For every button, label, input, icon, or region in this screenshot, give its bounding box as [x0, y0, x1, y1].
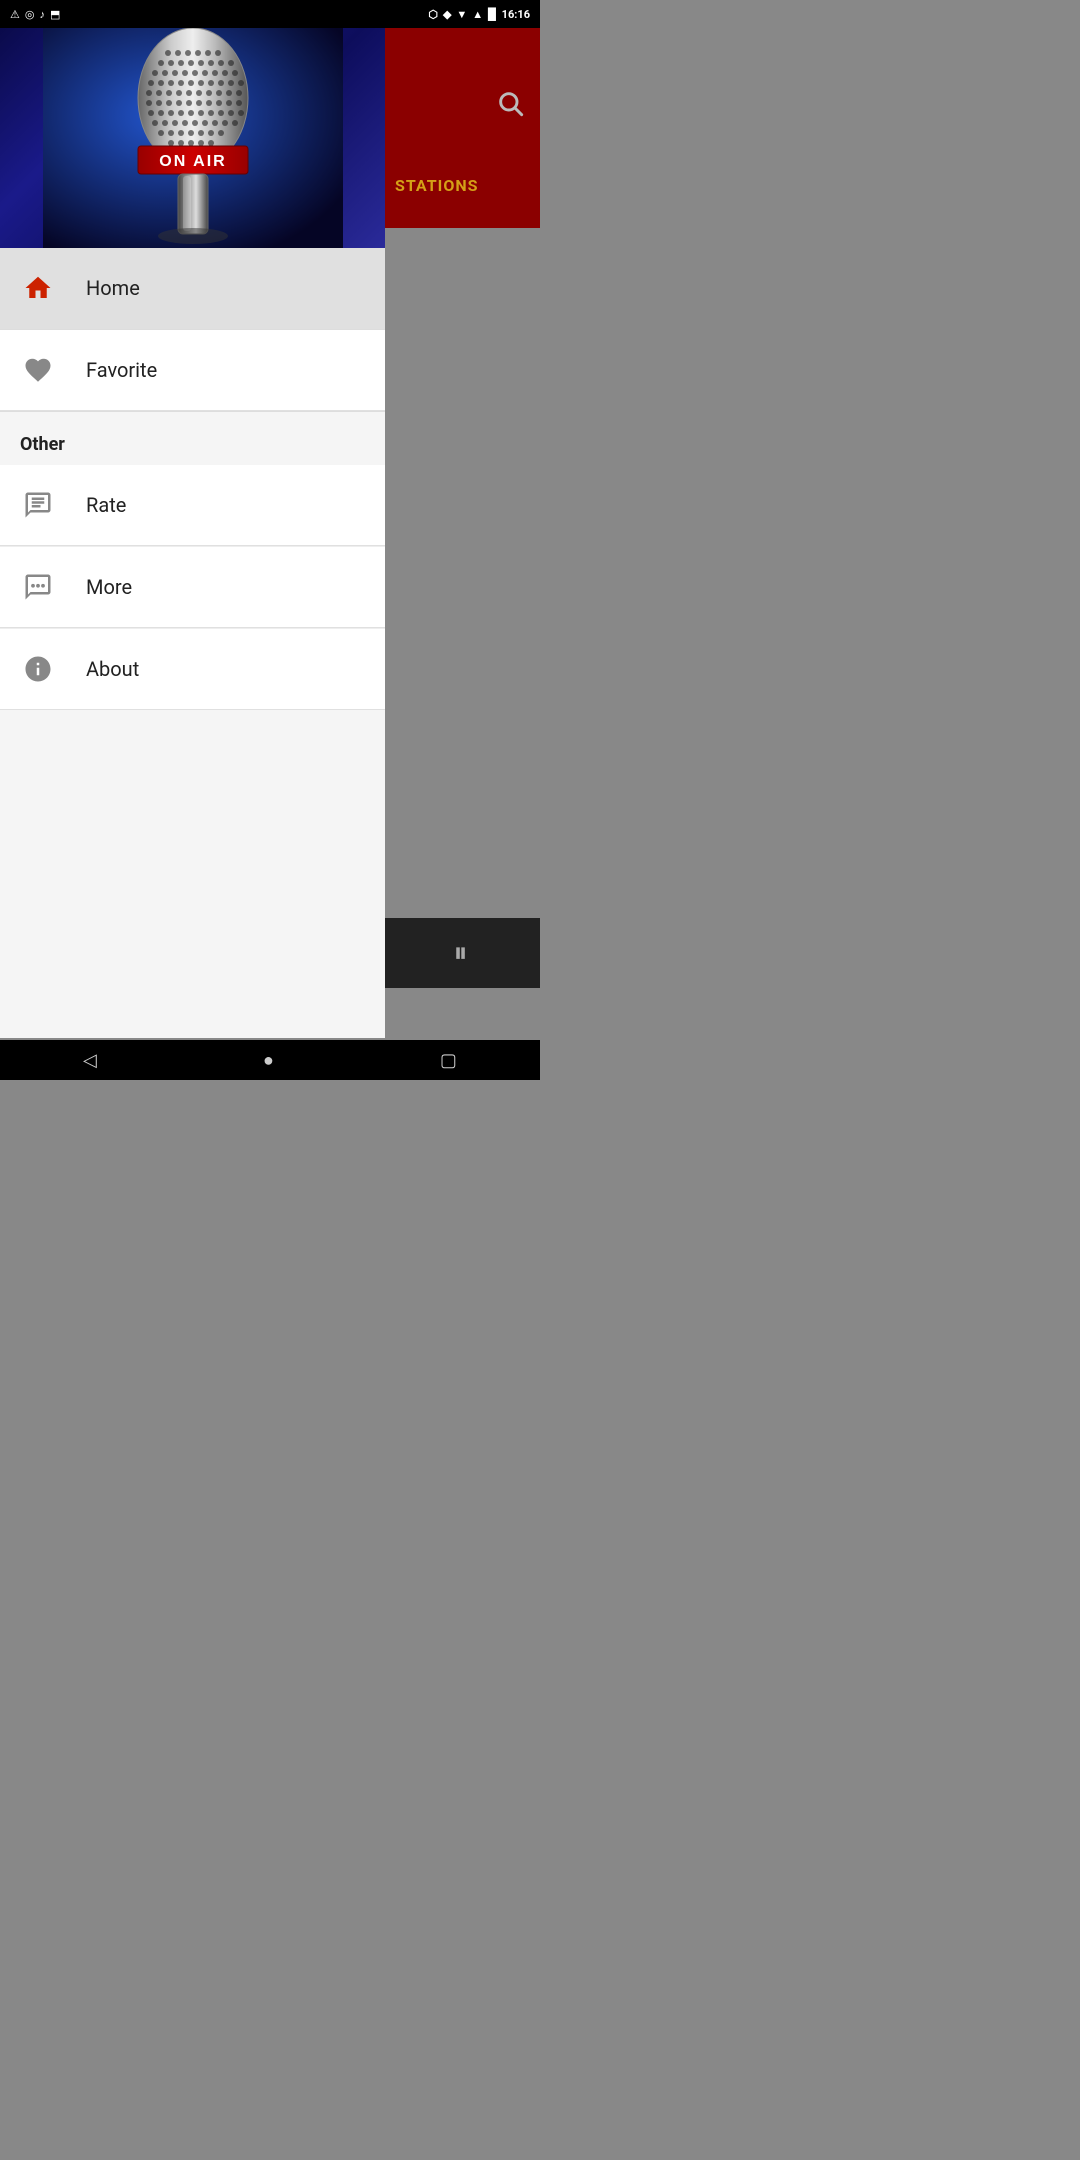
menu-item-about[interactable]: About [0, 628, 385, 710]
stations-label: STATIONS [385, 158, 540, 213]
more-icon [20, 569, 56, 605]
home-button[interactable]: ● [243, 1045, 294, 1076]
hero-banner: ON AIR [0, 28, 385, 248]
music-icon: ♪ [39, 8, 45, 21]
home-label: Home [86, 276, 140, 300]
mic-image: ON AIR [0, 28, 385, 248]
favorite-icon [20, 352, 56, 388]
camera-icon: ◎ [25, 8, 35, 21]
battery-icon: ▉ [488, 8, 496, 21]
menu-item-rate[interactable]: Rate [0, 465, 385, 546]
more-label: More [86, 575, 132, 599]
svg-text:ON AIR: ON AIR [159, 153, 226, 170]
rate-label: Rate [86, 493, 126, 517]
back-button[interactable]: ◁ [63, 1045, 117, 1076]
menu-item-home[interactable]: Home [0, 248, 385, 329]
other-section-header: Other [0, 412, 385, 465]
navigation-bar: ◁ ● ▢ [0, 1040, 540, 1080]
signal-icon: ▲ [472, 8, 483, 21]
menu-item-more[interactable]: More [0, 546, 385, 628]
menu-item-favorite[interactable]: Favorite [0, 329, 385, 411]
status-bar-left-icons: ⚠ ◎ ♪ ⬒ [10, 8, 60, 21]
warning-icon: ⚠ [10, 8, 20, 21]
favorite-label: Favorite [86, 358, 157, 382]
cast-icon: ⬡ [428, 8, 438, 21]
sync-icon: ⬒ [50, 8, 60, 21]
about-label: About [86, 657, 139, 681]
about-icon [20, 651, 56, 687]
data-icon: ◆ [443, 8, 451, 21]
status-bar-right-icons: ⬡ ◆ ▼ ▲ ▉ 16:16 [428, 8, 530, 21]
navigation-drawer: ON AIR Home [0, 28, 385, 1038]
recent-button[interactable]: ▢ [420, 1045, 477, 1076]
clock: 16:16 [502, 8, 530, 21]
pause-icon[interactable]: ⏸ [453, 936, 471, 970]
status-bar: ⚠ ◎ ♪ ⬒ ⬡ ◆ ▼ ▲ ▉ 16:16 [0, 0, 540, 28]
wifi-icon: ▼ [456, 8, 467, 21]
search-button[interactable] [490, 83, 530, 123]
home-icon [20, 270, 56, 306]
play-bar: ⏸ [385, 918, 540, 988]
menu-container: Home Favorite Other Rate [0, 248, 385, 1038]
right-panel: STATIONS ⏸ [385, 28, 540, 1028]
rate-icon [20, 487, 56, 523]
